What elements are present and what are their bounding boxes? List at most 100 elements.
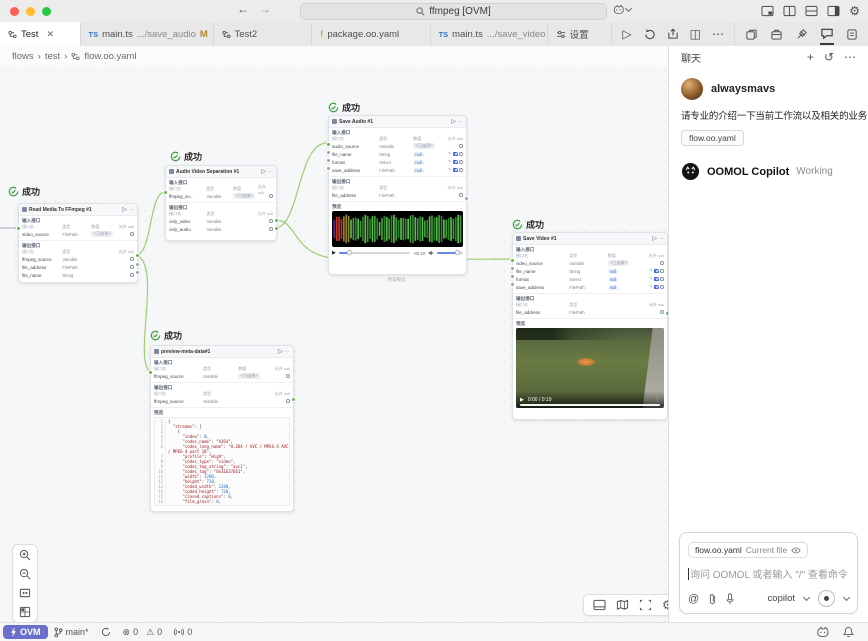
back-icon[interactable]: ←	[237, 2, 249, 16]
null-toggle-icon[interactable]	[660, 269, 664, 273]
assistant-menu-button[interactable]	[612, 4, 631, 15]
value-chip[interactable]: null	[413, 168, 424, 173]
port-in-video-source[interactable]	[16, 226, 21, 231]
mic-icon[interactable]	[726, 593, 734, 605]
port-in-save-address[interactable]	[510, 282, 515, 287]
port-row[interactable]: file_name String null ✎	[332, 150, 463, 158]
ports-item[interactable]: 0	[174, 627, 192, 637]
node-save-video[interactable]: Save Video #1 ▷ ⋯ 输入接口 接口名类型数值允许 null vi…	[512, 232, 668, 420]
node-more-icon[interactable]: ⋯	[129, 207, 134, 213]
new-chat-icon[interactable]: +	[807, 50, 814, 64]
edit-icon[interactable]: ✎	[448, 168, 452, 173]
split-columns-icon[interactable]	[783, 5, 796, 17]
ovm-badge[interactable]: OVM	[3, 625, 48, 639]
split-editor-icon[interactable]: ◫	[690, 27, 701, 41]
node-more-icon[interactable]: ⋯	[659, 236, 664, 242]
value-chip[interactable]: <已连接>	[413, 143, 434, 149]
preview-section-label[interactable]: 预览	[516, 320, 664, 327]
value-chip[interactable]: null	[608, 285, 619, 290]
breadcrumb-file[interactable]: flow.oo.yaml	[84, 51, 136, 62]
port-row[interactable]: ffmpeg_sourceVariable	[22, 255, 134, 263]
null-toggle-icon[interactable]	[286, 374, 290, 378]
port-row[interactable]: file_addressFilePath	[332, 191, 463, 199]
value-chip[interactable]: null	[413, 160, 424, 165]
checkbox-icon[interactable]	[453, 152, 458, 157]
port-out-file-address[interactable]	[665, 311, 668, 316]
port-row[interactable]: audio_source Variable <已连接>	[332, 142, 463, 150]
breadcrumb-test[interactable]: test	[45, 51, 60, 62]
value-chip[interactable]: null	[608, 269, 619, 274]
port-row[interactable]: save_address FilePath null ✎	[332, 166, 463, 174]
null-toggle-icon[interactable]	[660, 285, 664, 289]
map-icon[interactable]	[616, 599, 629, 611]
cat-icon[interactable]	[815, 626, 829, 638]
volume-icon[interactable]	[428, 250, 434, 256]
null-toggle-icon[interactable]	[459, 168, 463, 172]
select-area-icon[interactable]	[639, 599, 652, 611]
node-header[interactable]: Read Media To FFmpeg #1 ▷ ⋯	[19, 204, 137, 216]
node-run-icon[interactable]: ▷	[451, 118, 456, 125]
edit-icon[interactable]: ✎	[649, 269, 653, 274]
value-chip[interactable]: <已连接>	[608, 260, 629, 266]
preview-section-label[interactable]: 预览	[332, 203, 463, 210]
value-chip[interactable]: <已连接>	[238, 373, 259, 379]
customize-layout-icon[interactable]	[761, 5, 774, 17]
edit-icon[interactable]: ✎	[448, 160, 452, 165]
tab-package-oo-yaml[interactable]: ! package.oo.yaml	[312, 22, 430, 46]
chat-input[interactable]: 询问 OOMOL 或者输入 "/" 查看命令	[688, 566, 849, 581]
history-icon[interactable]: ↺	[824, 50, 834, 64]
port-in-format[interactable]	[326, 158, 331, 163]
value-chip[interactable]: <已连接>	[233, 193, 254, 199]
port-row[interactable]: only_videoVariable	[169, 217, 273, 225]
panel-icon-notes[interactable]	[846, 25, 858, 44]
input-section-label[interactable]: 输入接口	[332, 129, 463, 136]
null-toggle-icon[interactable]	[660, 261, 664, 265]
more-actions-icon[interactable]: ⋯	[712, 27, 724, 41]
forward-icon[interactable]: →	[259, 2, 271, 16]
command-center-search[interactable]: ffmpeg [OVM]	[300, 3, 607, 20]
port-row[interactable]: video_source Variable <已连接>	[516, 259, 664, 267]
null-toggle-icon[interactable]	[269, 219, 273, 223]
node-header[interactable]: preview-meta-data#1 ▷ ⋯	[151, 346, 293, 358]
null-toggle-icon[interactable]	[286, 399, 290, 403]
port-row[interactable]: file_addressFilePath	[516, 308, 664, 316]
port-out-file-name[interactable]	[135, 270, 140, 275]
close-window-button[interactable]	[10, 7, 19, 16]
video-preview[interactable]: ▶ 0:00 / 0:19 ⋮	[516, 328, 664, 408]
panel-more-icon[interactable]: ⋯	[844, 50, 856, 64]
play-icon[interactable]: ▶	[332, 250, 336, 256]
eye-icon[interactable]	[791, 547, 801, 554]
null-toggle-icon[interactable]	[660, 277, 664, 281]
port-in-format[interactable]	[510, 274, 515, 279]
settings-gear-icon[interactable]: ⚙	[849, 4, 860, 18]
tab-main-ts-save-video[interactable]: TS main.ts .../save_video	[431, 22, 548, 46]
checkbox-icon[interactable]	[654, 269, 659, 274]
port-out-only-video[interactable]	[274, 218, 279, 223]
fit-view-icon[interactable]	[19, 587, 31, 599]
port-row[interactable]: file_name String null ✎	[516, 267, 664, 275]
node-run-icon[interactable]: ▷	[652, 235, 657, 242]
breadcrumb-flows[interactable]: flows	[12, 51, 34, 62]
volume-slider[interactable]	[437, 252, 463, 254]
attachment-chip[interactable]: flow.oo.yaml	[681, 130, 744, 146]
null-toggle-icon[interactable]	[130, 265, 134, 269]
port-row[interactable]: file_addressFilePath	[22, 263, 134, 271]
send-button[interactable]	[818, 590, 835, 607]
tab-test2[interactable]: Test2	[214, 22, 313, 46]
zoom-out-icon[interactable]	[19, 568, 31, 580]
run-flow-icon[interactable]: ▷	[622, 27, 631, 41]
port-row[interactable]: save_address FilePath null ✎	[516, 283, 664, 291]
flow-canvas[interactable]: 成功 成功 成功 成功 成功 Read Media To FFmpeg #1 ▷…	[0, 66, 668, 622]
edit-icon[interactable]: ✎	[448, 152, 452, 157]
port-row[interactable]: format Select null ✎	[516, 275, 664, 283]
null-toggle-icon[interactable]	[269, 227, 273, 231]
checkbox-icon[interactable]	[654, 277, 659, 282]
minimap-icon[interactable]	[19, 606, 31, 618]
port-row[interactable]: file_nameString	[22, 271, 134, 279]
output-section-label[interactable]: 输出接口	[516, 295, 664, 302]
node-run-icon[interactable]: ▷	[278, 348, 283, 355]
null-toggle-icon[interactable]	[459, 193, 463, 197]
preview-section-label[interactable]: 预览	[154, 409, 290, 416]
output-section-label[interactable]: 输出接口	[22, 242, 134, 249]
node-preview-meta-data[interactable]: preview-meta-data#1 ▷ ⋯ 输入接口 接口名类型数值允许 n…	[150, 345, 294, 512]
